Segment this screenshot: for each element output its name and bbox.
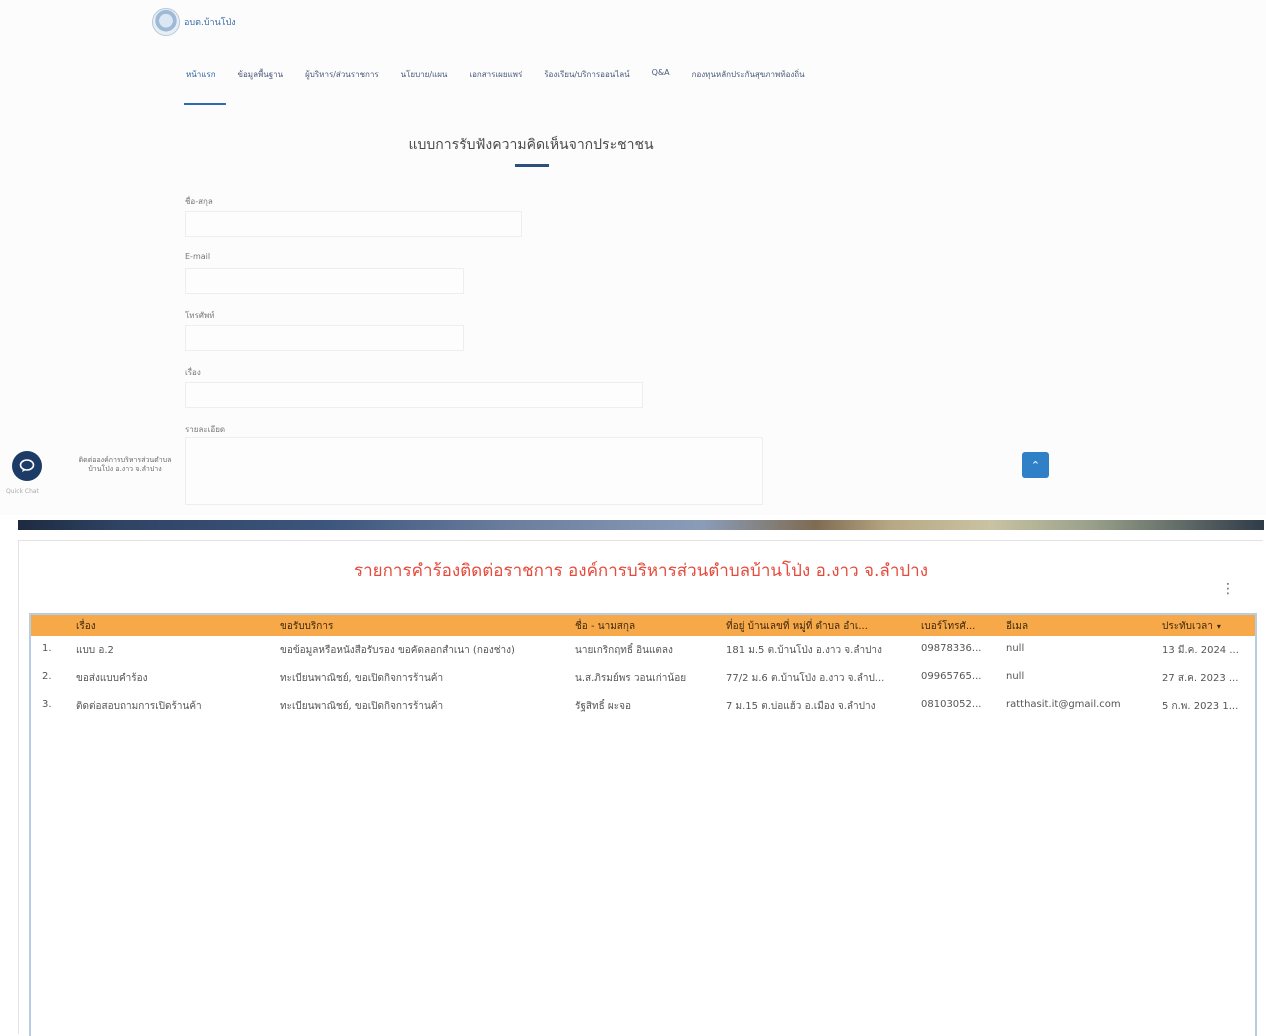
name-label: ชื่อ-สกุล (185, 197, 213, 206)
column-header-timestamp[interactable]: ประทับเวลา ▾ (1162, 619, 1221, 634)
cell-name: นายเกริกฤทธิ์ อินแตลง (575, 645, 673, 656)
nav-item-policy[interactable]: นโยบาย/แผน (401, 66, 448, 106)
email-label: E-mail (185, 252, 211, 261)
main-nav: หน้าแรก ข้อมูลพื้นฐาน ผู้บริหาร/ส่วนราชก… (184, 66, 827, 106)
banner-strip (18, 520, 1264, 530)
chat-bubble-icon (19, 459, 35, 472)
form-title: แบบการรับฟังความคิดเห็นจากประชาชน (408, 137, 654, 153)
cell-subject: แบบ อ.2 (76, 645, 114, 656)
cell-subject: ติดต่อสอบถามการเปิดร้านค้า (76, 701, 202, 712)
more-options-icon[interactable]: ⋮ (1221, 581, 1235, 597)
chat-caption: Quick Chat (6, 488, 39, 495)
column-header-subject[interactable]: เรื่อง (76, 619, 96, 634)
column-header-phone[interactable]: เบอร์โทรศั... (921, 619, 975, 634)
nav-item-health-fund[interactable]: กองทุนหลักประกันสุขภาพท้องถิ่น (692, 66, 805, 106)
cell-phone: 09965765... (921, 671, 982, 682)
scroll-top-button[interactable]: ⌃ (1022, 452, 1049, 478)
cell-timestamp: 13 มี.ค. 2024 ... (1162, 645, 1239, 656)
row-number: 2. (42, 671, 52, 682)
cell-address: 77/2 ม.6 ต.บ้านโป่ง อ.งาว จ.ลำป... (726, 673, 885, 684)
subject-field[interactable] (185, 382, 643, 408)
column-header-name[interactable]: ชื่อ - นามสกุล (575, 619, 635, 634)
cell-phone: 08103052... (921, 699, 982, 710)
title-underline (515, 164, 549, 167)
seal-icon (152, 8, 180, 36)
phone-label: โทรศัพท์ (185, 311, 215, 320)
nav-item-home[interactable]: หน้าแรก (184, 66, 225, 106)
cell-email: null (1006, 643, 1025, 654)
chevron-up-icon: ⌃ (1030, 458, 1041, 472)
table-row[interactable]: 1. แบบ อ.2 ขอข้อมูลหรือหนังสือรับรอง ขอค… (31, 643, 1255, 669)
table-row[interactable]: 2. ขอส่งแบบคำร้อง ทะเบียนพาณิชย์, ขอเปิด… (31, 671, 1255, 697)
table-header: เรื่อง ขอรับบริการ ชื่อ - นามสกุล ที่อยู… (31, 615, 1255, 636)
report-title: รายการคำร้องติดต่อราชการ องค์การบริหารส่… (353, 561, 929, 581)
cell-address: 181 ม.5 ต.บ้านโป่ง อ.งาว จ.ลำปาง (726, 645, 882, 656)
row-number: 1. (42, 643, 52, 654)
table-row[interactable]: 3. ติดต่อสอบถามการเปิดร้านค้า ทะเบียนพาณ… (31, 699, 1255, 725)
phone-field[interactable] (185, 325, 464, 351)
nav-item-qa[interactable]: Q&A (652, 66, 670, 106)
cell-phone: 09878336... (921, 643, 982, 654)
column-header-email[interactable]: อีเมล (1006, 619, 1028, 634)
chat-button[interactable] (12, 451, 42, 481)
cell-timestamp: 27 ส.ค. 2023 ... (1162, 673, 1239, 684)
logo-text: อบต.บ้านโป่ง (184, 18, 236, 28)
report-panel: รายการคำร้องติดต่อราชการ องค์การบริหารส่… (18, 540, 1263, 1036)
nav-item-documents[interactable]: เอกสารเผยแพร่ (469, 66, 522, 106)
name-field[interactable] (185, 211, 522, 237)
timestamp-header-label: ประทับเวลา (1162, 621, 1213, 632)
nav-item-complaints[interactable]: ร้องเรียน/บริการออนไลน์ (544, 66, 629, 106)
cell-service: ขอข้อมูลหรือหนังสือรับรอง ขอคัดลอกสำเนา … (280, 645, 515, 656)
detail-label: รายละเอียด (185, 425, 226, 434)
nav-item-executives[interactable]: ผู้บริหาร/ส่วนราชการ (305, 66, 379, 106)
cell-name: รัฐสิทธิ์ ผะจอ (575, 701, 631, 712)
cell-email: ratthasit.it@gmail.com (1006, 699, 1121, 710)
site-logo[interactable]: อบต.บ้านโป่ง (152, 8, 236, 36)
website-panel: อบต.บ้านโป่ง หน้าแรก ข้อมูลพื้นฐาน ผู้บร… (0, 0, 1266, 515)
detail-textarea[interactable] (185, 437, 763, 505)
subject-label: เรื่อง (185, 368, 201, 377)
cell-name: น.ส.ภิรมย์พร วอนเก่าน้อย (575, 673, 687, 684)
cell-address: 7 ม.15 ต.บ่อแฮ้ว อ.เมือง จ.ลำปาง (726, 701, 876, 712)
cell-service: ทะเบียนพาณิชย์, ขอเปิดกิจการร้านค้า (280, 673, 444, 684)
nav-item-basic-info[interactable]: ข้อมูลพื้นฐาน (238, 66, 284, 106)
row-number: 3. (42, 699, 52, 710)
column-header-service[interactable]: ขอรับบริการ (280, 619, 333, 634)
column-header-address[interactable]: ที่อยู่ บ้านเลขที่ หมู่ที่ ตำบล อำเ... (726, 619, 868, 634)
email-field[interactable] (185, 268, 464, 294)
contact-text: ติดต่อองค์การบริหารส่วนตำบลบ้านโป่ง อ.งา… (78, 456, 172, 473)
sort-down-icon: ▾ (1216, 622, 1221, 631)
cell-service: ทะเบียนพาณิชย์, ขอเปิดกิจการร้านค้า (280, 701, 444, 712)
requests-table: เรื่อง ขอรับบริการ ชื่อ - นามสกุล ที่อยู… (29, 613, 1257, 1036)
cell-subject: ขอส่งแบบคำร้อง (76, 673, 148, 684)
cell-timestamp: 5 ก.พ. 2023 1... (1162, 701, 1239, 712)
cell-email: null (1006, 671, 1025, 682)
